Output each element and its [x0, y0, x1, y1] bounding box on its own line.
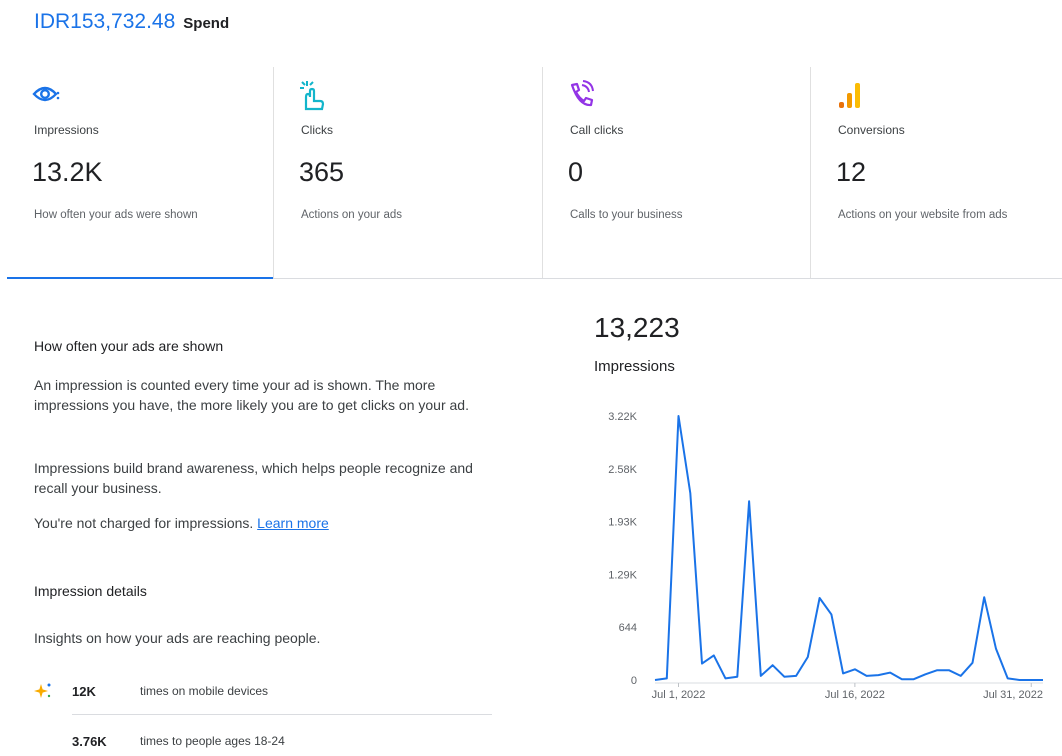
chart-metric-label: Impressions — [594, 358, 675, 375]
data-point[interactable] — [1029, 678, 1033, 682]
impression-explanation: An impression is counted every time your… — [34, 377, 469, 413]
data-point[interactable] — [806, 655, 810, 659]
x-tick-label: Jul 16, 2022 — [825, 689, 885, 701]
data-point[interactable] — [876, 673, 880, 677]
data-point[interactable] — [853, 667, 857, 671]
not-charged-text: You're not charged for impressions. Lear… — [34, 513, 474, 533]
data-point[interactable] — [994, 647, 998, 651]
detail-value: 3.76K — [72, 733, 107, 749]
data-point[interactable] — [1017, 678, 1021, 682]
spend-amount: IDR153,732.48 — [34, 10, 176, 33]
x-tick-label: Jul 31, 2022 — [983, 689, 1043, 701]
card-description: Actions on your ads — [301, 209, 403, 221]
card-value: 13.2K — [32, 157, 103, 187]
impressions-line-chart[interactable]: 0 644 1.29K 1.93K 2.58K 3.22K Jul 1, 2022 Jul 1… — [585, 400, 1055, 710]
data-point[interactable] — [759, 674, 763, 678]
card-description: Actions on your website from ads — [838, 209, 1008, 221]
detail-row: 12K times on mobile devices — [34, 676, 492, 706]
section-title: How often your ads are shown — [34, 338, 224, 354]
y-tick-label: 1.93K — [608, 517, 637, 529]
impressions-series-line — [654, 415, 1043, 681]
card-description: How often your ads were shown — [34, 209, 198, 221]
data-point[interactable] — [865, 674, 869, 678]
bar-chart-icon — [839, 83, 860, 108]
phone-call-icon — [570, 80, 594, 107]
y-tick-label: 2.58K — [608, 464, 637, 476]
x-tick-label: Jul 1, 2022 — [652, 689, 706, 701]
data-point[interactable] — [1041, 678, 1045, 682]
data-point[interactable] — [677, 414, 681, 418]
not-charged-label: You're not charged for impressions. — [34, 515, 254, 531]
data-point[interactable] — [982, 595, 986, 599]
data-point[interactable] — [970, 661, 974, 665]
data-point[interactable] — [700, 662, 704, 666]
sparkle-icon — [34, 682, 72, 700]
data-point[interactable] — [688, 491, 692, 495]
eye-icon — [32, 86, 60, 102]
data-point[interactable] — [900, 677, 904, 681]
metric-cards: Impressions 13.2K How often your ads wer… — [7, 67, 1062, 279]
insights-text: Insights on how your ads are reaching pe… — [34, 630, 321, 646]
metric-card-conversions[interactable]: Conversions 12 Actions on your website f… — [811, 67, 1062, 278]
y-tick-label: 3.22K — [608, 411, 637, 423]
y-tick-label: 0 — [631, 675, 637, 687]
data-point[interactable] — [782, 675, 786, 679]
card-value: 0 — [568, 157, 584, 187]
data-point[interactable] — [724, 676, 728, 680]
data-point[interactable] — [935, 668, 939, 672]
row-divider — [72, 714, 492, 715]
data-point[interactable] — [947, 668, 951, 672]
data-point[interactable] — [923, 672, 927, 676]
card-title: Call clicks — [570, 123, 624, 137]
card-value: 12 — [836, 157, 867, 187]
spend-label: Spend — [183, 15, 230, 32]
metric-card-clicks[interactable]: Clicks 365 Actions on your ads — [274, 67, 542, 278]
data-point[interactable] — [712, 653, 716, 657]
data-point[interactable] — [959, 674, 963, 678]
detail-text: times to people ages 18-24 — [140, 734, 285, 748]
data-point[interactable] — [829, 612, 833, 616]
data-point[interactable] — [841, 671, 845, 675]
metric-card-impressions[interactable]: Impressions 13.2K How often your ads wer… — [7, 67, 273, 279]
card-description: Calls to your business — [570, 209, 683, 221]
card-title: Conversions — [838, 123, 905, 137]
card-title: Impressions — [34, 123, 99, 137]
tap-icon — [300, 81, 325, 111]
data-point[interactable] — [735, 675, 739, 679]
card-title: Clicks — [301, 123, 333, 137]
card-value: 365 — [299, 157, 345, 187]
learn-more-link[interactable]: Learn more — [257, 515, 329, 531]
detail-value: 12K — [72, 683, 96, 699]
y-tick-label: 644 — [619, 622, 637, 634]
metric-card-call-clicks[interactable]: Call clicks 0 Calls to your business — [543, 67, 810, 278]
data-point[interactable] — [771, 663, 775, 667]
data-point[interactable] — [653, 678, 657, 682]
data-point[interactable] — [818, 596, 822, 600]
impression-details-title: Impression details — [34, 583, 147, 599]
data-point[interactable] — [912, 677, 916, 681]
brand-awareness-text: Impressions build brand awareness, which… — [34, 460, 473, 496]
chart-total: 13,223 — [594, 312, 680, 343]
y-tick-label: 1.29K — [608, 569, 637, 581]
spend-summary: IDR153,732.48 Spend — [34, 10, 229, 34]
detail-row: 3.76K times to people ages 18-24 — [34, 726, 492, 756]
data-point[interactable] — [747, 499, 751, 503]
data-point[interactable] — [888, 671, 892, 675]
data-point[interactable] — [665, 676, 669, 680]
data-point[interactable] — [794, 674, 798, 678]
detail-text: times on mobile devices — [140, 684, 269, 698]
data-point[interactable] — [1006, 676, 1010, 680]
